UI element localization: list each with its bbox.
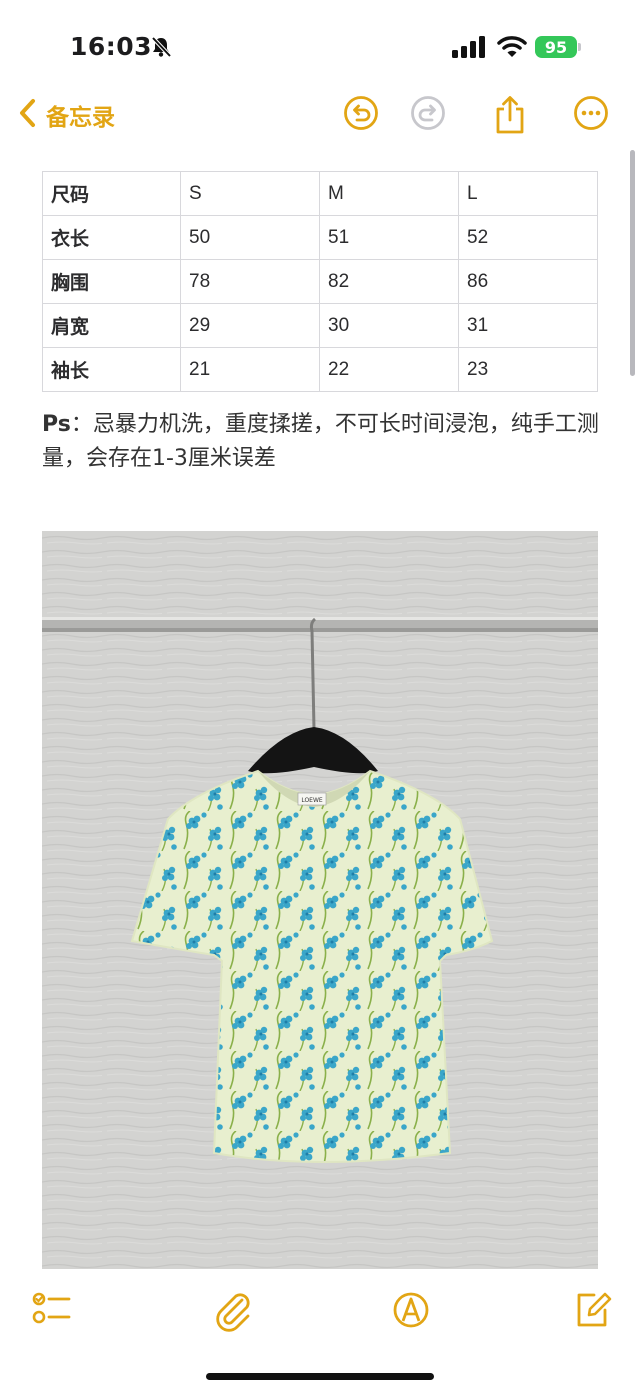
- table-row: 肩宽 29 30 31: [42, 303, 598, 348]
- table-cell: 胸围: [42, 259, 181, 304]
- back-label: 备忘录: [46, 105, 115, 131]
- compose-button[interactable]: [572, 1288, 616, 1332]
- chevron-left-icon: [18, 98, 36, 132]
- table-row: 衣长 50 51 52: [42, 215, 598, 260]
- table-cell: 袖长: [42, 347, 181, 392]
- share-icon: [491, 96, 529, 140]
- table-cell: 86: [458, 259, 598, 304]
- table-cell: M: [319, 171, 459, 216]
- table-cell: 52: [458, 215, 598, 260]
- scrollbar[interactable]: [630, 150, 635, 376]
- table-cell: S: [180, 171, 320, 216]
- table-cell: 50: [180, 215, 320, 260]
- table-row: 尺码 S M L: [42, 171, 598, 216]
- table-cell: 29: [180, 303, 320, 348]
- note-text[interactable]: Ps：忌暴力机洗，重度揉搓，不可长时间浸泡，纯手工测量，会存在1-3厘米误差: [42, 408, 602, 476]
- product-photo[interactable]: LOEWE: [42, 531, 598, 1269]
- markup-button[interactable]: [390, 1288, 434, 1332]
- bell-slash-icon: [150, 36, 172, 62]
- table-cell: 肩宽: [42, 303, 181, 348]
- brand-label: LOEWE: [301, 797, 323, 804]
- markup-icon: [390, 1292, 434, 1336]
- checklist-icon: [30, 1292, 74, 1336]
- table-cell: 31: [458, 303, 598, 348]
- back-button[interactable]: 备忘录: [18, 98, 115, 132]
- table-row: 袖长 21 22 23: [42, 347, 598, 392]
- checklist-button[interactable]: [30, 1288, 74, 1332]
- paperclip-icon: [212, 1293, 256, 1336]
- table-cell: 22: [319, 347, 459, 392]
- wifi-icon: [497, 35, 527, 63]
- note-body: ：忌暴力机洗，重度揉搓，不可长时间浸泡，纯手工测量，会存在1-3厘米误差: [42, 412, 599, 471]
- table-cell: 21: [180, 347, 320, 392]
- battery-cap: [578, 43, 581, 51]
- undo-button[interactable]: [342, 94, 380, 132]
- table-cell: 82: [319, 259, 459, 304]
- table-cell: 衣长: [42, 215, 181, 260]
- table-cell: 尺码: [42, 171, 181, 216]
- table-row: 胸围 78 82 86: [42, 259, 598, 304]
- share-button[interactable]: [491, 94, 529, 134]
- more-icon: [572, 96, 610, 136]
- table-cell: 23: [458, 347, 598, 392]
- tshirt-photo-illustration: LOEWE: [42, 531, 598, 1269]
- attachment-button[interactable]: [212, 1288, 256, 1332]
- table-cell: 78: [180, 259, 320, 304]
- table-cell: L: [458, 171, 598, 216]
- signal-icon: [452, 36, 488, 62]
- size-table: 尺码 S M L 衣长 50 51 52 胸围 78 82 86 肩宽 29 3…: [42, 171, 598, 392]
- more-button[interactable]: [572, 94, 610, 132]
- battery-indicator: 95: [535, 36, 577, 58]
- redo-icon: [409, 96, 447, 136]
- home-indicator[interactable]: [206, 1373, 434, 1380]
- compose-icon: [572, 1292, 616, 1336]
- bottom-toolbar: [0, 1286, 640, 1336]
- undo-icon: [342, 96, 380, 136]
- note-prefix: Ps: [42, 412, 71, 437]
- status-time: 16:03: [70, 32, 153, 61]
- redo-button[interactable]: [409, 94, 447, 132]
- nav-bar: 备忘录: [0, 90, 640, 140]
- table-cell: 51: [319, 215, 459, 260]
- table-cell: 30: [319, 303, 459, 348]
- status-bar: 16:03 95: [0, 0, 640, 90]
